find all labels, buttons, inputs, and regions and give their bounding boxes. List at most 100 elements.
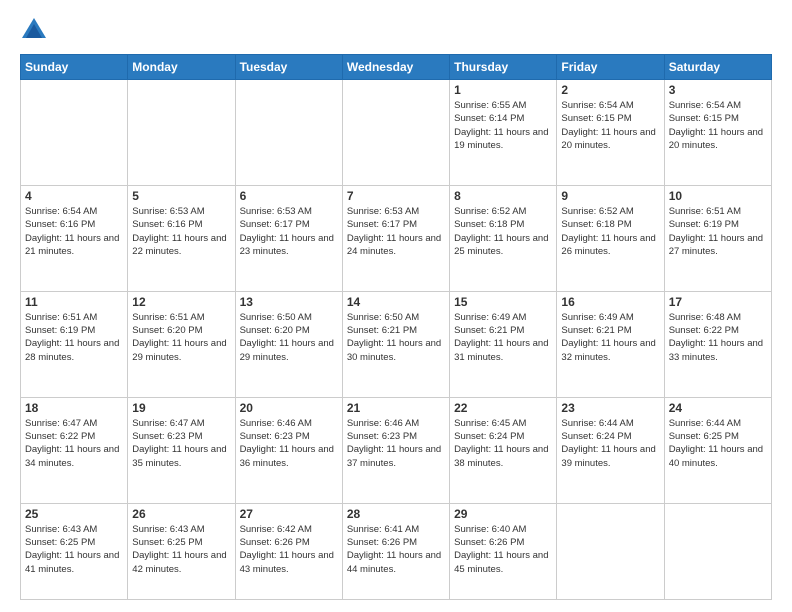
weekday-header-saturday: Saturday [664, 55, 771, 80]
calendar-cell: 28 Sunrise: 6:41 AM Sunset: 6:26 PM Dayli… [342, 503, 449, 599]
calendar-cell: 7 Sunrise: 6:53 AM Sunset: 6:17 PM Daylig… [342, 185, 449, 291]
weekday-header-monday: Monday [128, 55, 235, 80]
day-info: Sunrise: 6:51 AM Sunset: 6:19 PM Dayligh… [669, 205, 767, 258]
day-number: 27 [240, 507, 338, 521]
calendar-cell [342, 80, 449, 186]
day-info: Sunrise: 6:46 AM Sunset: 6:23 PM Dayligh… [347, 417, 445, 470]
calendar-cell [235, 80, 342, 186]
calendar-cell: 23 Sunrise: 6:44 AM Sunset: 6:24 PM Dayli… [557, 397, 664, 503]
weekday-header-tuesday: Tuesday [235, 55, 342, 80]
day-info: Sunrise: 6:47 AM Sunset: 6:23 PM Dayligh… [132, 417, 230, 470]
day-number: 16 [561, 295, 659, 309]
day-info: Sunrise: 6:52 AM Sunset: 6:18 PM Dayligh… [561, 205, 659, 258]
calendar-cell: 1 Sunrise: 6:55 AM Sunset: 6:14 PM Daylig… [450, 80, 557, 186]
week-row-2: 4 Sunrise: 6:54 AM Sunset: 6:16 PM Daylig… [21, 185, 772, 291]
day-number: 20 [240, 401, 338, 415]
calendar-cell: 25 Sunrise: 6:43 AM Sunset: 6:25 PM Dayli… [21, 503, 128, 599]
day-info: Sunrise: 6:43 AM Sunset: 6:25 PM Dayligh… [25, 523, 123, 576]
calendar-cell: 3 Sunrise: 6:54 AM Sunset: 6:15 PM Daylig… [664, 80, 771, 186]
day-info: Sunrise: 6:44 AM Sunset: 6:25 PM Dayligh… [669, 417, 767, 470]
calendar-cell: 26 Sunrise: 6:43 AM Sunset: 6:25 PM Dayli… [128, 503, 235, 599]
calendar-cell: 4 Sunrise: 6:54 AM Sunset: 6:16 PM Daylig… [21, 185, 128, 291]
day-info: Sunrise: 6:54 AM Sunset: 6:15 PM Dayligh… [561, 99, 659, 152]
day-info: Sunrise: 6:50 AM Sunset: 6:20 PM Dayligh… [240, 311, 338, 364]
weekday-header-friday: Friday [557, 55, 664, 80]
week-row-4: 18 Sunrise: 6:47 AM Sunset: 6:22 PM Dayli… [21, 397, 772, 503]
day-number: 28 [347, 507, 445, 521]
day-number: 29 [454, 507, 552, 521]
day-number: 22 [454, 401, 552, 415]
calendar-cell: 24 Sunrise: 6:44 AM Sunset: 6:25 PM Dayli… [664, 397, 771, 503]
day-number: 9 [561, 189, 659, 203]
weekday-header-row: SundayMondayTuesdayWednesdayThursdayFrid… [21, 55, 772, 80]
day-info: Sunrise: 6:48 AM Sunset: 6:22 PM Dayligh… [669, 311, 767, 364]
day-info: Sunrise: 6:54 AM Sunset: 6:15 PM Dayligh… [669, 99, 767, 152]
day-info: Sunrise: 6:49 AM Sunset: 6:21 PM Dayligh… [561, 311, 659, 364]
calendar-cell: 2 Sunrise: 6:54 AM Sunset: 6:15 PM Daylig… [557, 80, 664, 186]
calendar-cell: 14 Sunrise: 6:50 AM Sunset: 6:21 PM Dayli… [342, 291, 449, 397]
calendar-cell: 9 Sunrise: 6:52 AM Sunset: 6:18 PM Daylig… [557, 185, 664, 291]
header [20, 16, 772, 44]
day-info: Sunrise: 6:43 AM Sunset: 6:25 PM Dayligh… [132, 523, 230, 576]
day-number: 13 [240, 295, 338, 309]
week-row-3: 11Sunrise: 6:51 AM Sunset: 6:19 PM Dayli… [21, 291, 772, 397]
calendar-table: SundayMondayTuesdayWednesdayThursdayFrid… [20, 54, 772, 600]
weekday-header-thursday: Thursday [450, 55, 557, 80]
page: SundayMondayTuesdayWednesdayThursdayFrid… [0, 0, 792, 612]
calendar-cell: 6 Sunrise: 6:53 AM Sunset: 6:17 PM Daylig… [235, 185, 342, 291]
calendar-cell: 20Sunrise: 6:46 AM Sunset: 6:23 PM Dayli… [235, 397, 342, 503]
calendar-cell: 10 Sunrise: 6:51 AM Sunset: 6:19 PM Dayli… [664, 185, 771, 291]
calendar-cell: 8Sunrise: 6:52 AM Sunset: 6:18 PM Daylig… [450, 185, 557, 291]
day-number: 12 [132, 295, 230, 309]
day-number: 19 [132, 401, 230, 415]
calendar-cell [557, 503, 664, 599]
calendar-cell [664, 503, 771, 599]
day-info: Sunrise: 6:53 AM Sunset: 6:17 PM Dayligh… [347, 205, 445, 258]
day-number: 24 [669, 401, 767, 415]
day-info: Sunrise: 6:41 AM Sunset: 6:26 PM Dayligh… [347, 523, 445, 576]
calendar-cell: 22 Sunrise: 6:45 AM Sunset: 6:24 PM Dayli… [450, 397, 557, 503]
day-info: Sunrise: 6:50 AM Sunset: 6:21 PM Dayligh… [347, 311, 445, 364]
logo-icon [20, 16, 48, 44]
day-info: Sunrise: 6:49 AM Sunset: 6:21 PM Dayligh… [454, 311, 552, 364]
day-info: Sunrise: 6:51 AM Sunset: 6:19 PM Dayligh… [25, 311, 123, 364]
day-number: 7 [347, 189, 445, 203]
calendar-cell: 13 Sunrise: 6:50 AM Sunset: 6:20 PM Dayli… [235, 291, 342, 397]
day-number: 26 [132, 507, 230, 521]
day-number: 17 [669, 295, 767, 309]
calendar-cell [21, 80, 128, 186]
day-number: 6 [240, 189, 338, 203]
week-row-5: 25 Sunrise: 6:43 AM Sunset: 6:25 PM Dayli… [21, 503, 772, 599]
calendar-cell: 5 Sunrise: 6:53 AM Sunset: 6:16 PM Daylig… [128, 185, 235, 291]
day-number: 18 [25, 401, 123, 415]
calendar-cell [128, 80, 235, 186]
day-number: 10 [669, 189, 767, 203]
day-number: 15 [454, 295, 552, 309]
day-number: 2 [561, 83, 659, 97]
day-info: Sunrise: 6:47 AM Sunset: 6:22 PM Dayligh… [25, 417, 123, 470]
day-number: 23 [561, 401, 659, 415]
day-info: Sunrise: 6:45 AM Sunset: 6:24 PM Dayligh… [454, 417, 552, 470]
calendar-cell: 29Sunrise: 6:40 AM Sunset: 6:26 PM Dayli… [450, 503, 557, 599]
day-info: Sunrise: 6:53 AM Sunset: 6:16 PM Dayligh… [132, 205, 230, 258]
week-row-1: 1 Sunrise: 6:55 AM Sunset: 6:14 PM Daylig… [21, 80, 772, 186]
calendar-cell: 17 Sunrise: 6:48 AM Sunset: 6:22 PM Dayli… [664, 291, 771, 397]
day-number: 14 [347, 295, 445, 309]
day-info: Sunrise: 6:44 AM Sunset: 6:24 PM Dayligh… [561, 417, 659, 470]
day-number: 5 [132, 189, 230, 203]
calendar-cell: 27 Sunrise: 6:42 AM Sunset: 6:26 PM Dayli… [235, 503, 342, 599]
day-number: 1 [454, 83, 552, 97]
day-info: Sunrise: 6:53 AM Sunset: 6:17 PM Dayligh… [240, 205, 338, 258]
day-number: 4 [25, 189, 123, 203]
day-number: 21 [347, 401, 445, 415]
day-info: Sunrise: 6:51 AM Sunset: 6:20 PM Dayligh… [132, 311, 230, 364]
calendar-cell: 21 Sunrise: 6:46 AM Sunset: 6:23 PM Dayli… [342, 397, 449, 503]
day-info: Sunrise: 6:52 AM Sunset: 6:18 PM Dayligh… [454, 205, 552, 258]
logo [20, 16, 52, 44]
weekday-header-sunday: Sunday [21, 55, 128, 80]
day-number: 25 [25, 507, 123, 521]
day-info: Sunrise: 6:55 AM Sunset: 6:14 PM Dayligh… [454, 99, 552, 152]
day-info: Sunrise: 6:42 AM Sunset: 6:26 PM Dayligh… [240, 523, 338, 576]
day-number: 3 [669, 83, 767, 97]
day-info: Sunrise: 6:54 AM Sunset: 6:16 PM Dayligh… [25, 205, 123, 258]
